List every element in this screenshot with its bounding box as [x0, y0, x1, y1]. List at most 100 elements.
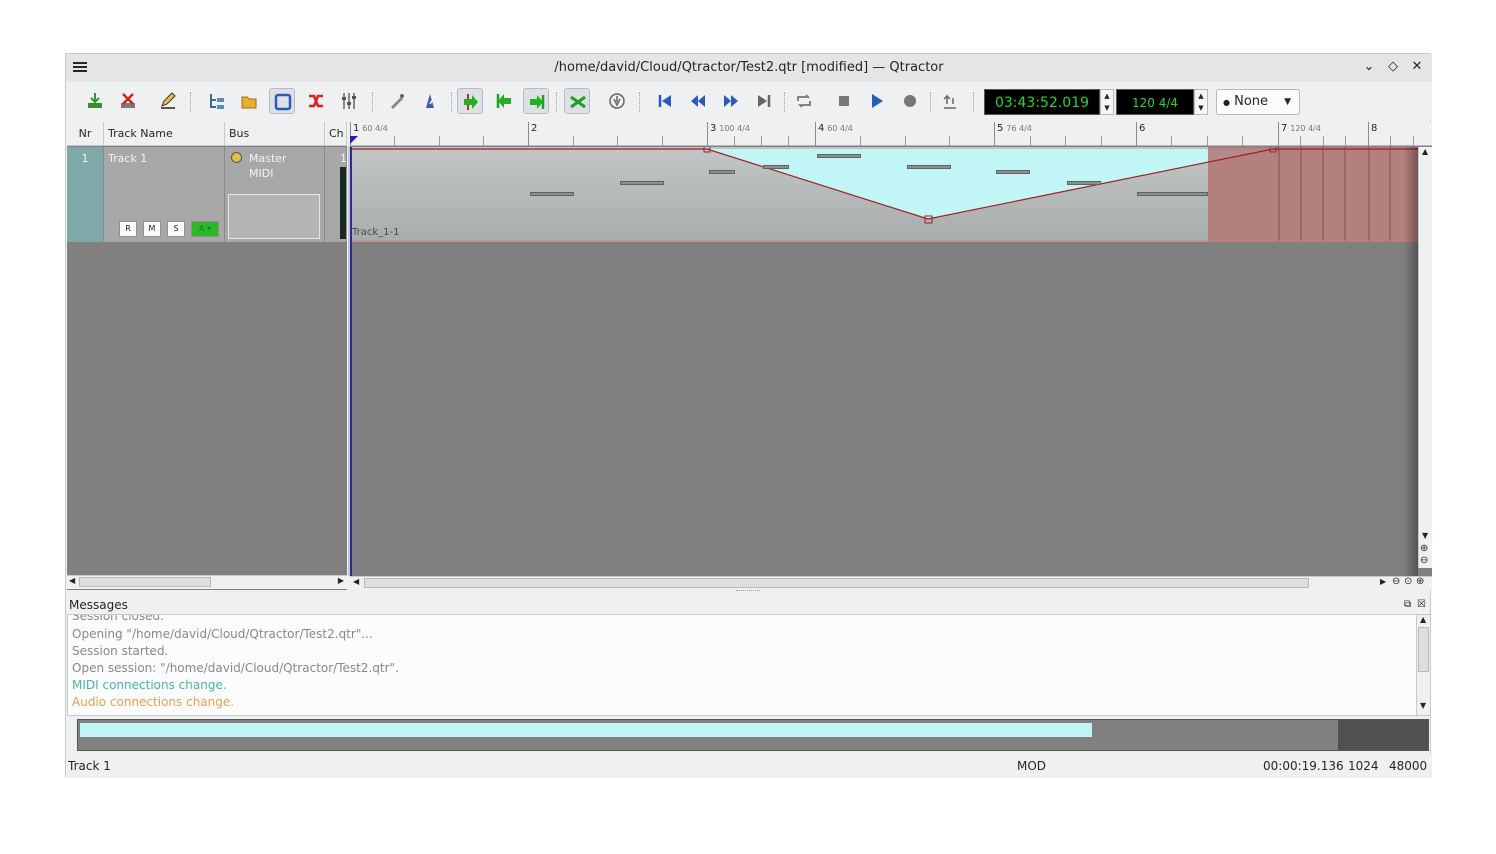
loop-button[interactable] [791, 88, 817, 114]
fast-forward-button[interactable] [718, 88, 744, 114]
solo-button[interactable]: S [167, 221, 185, 237]
timeline-horizontal-scrollbar[interactable]: ◀ ▶ ⊖ ⊙ ⊕ [350, 576, 1432, 590]
close-icon[interactable]: ✕ [1409, 59, 1425, 75]
scroll-thumb[interactable] [364, 578, 1309, 588]
zoom-out-icon[interactable]: ⊖ [1420, 555, 1428, 566]
scroll-up-icon[interactable]: ▲ [1422, 147, 1428, 156]
scroll-down-icon[interactable]: ▼ [1420, 701, 1426, 710]
plugin-list[interactable] [228, 194, 320, 239]
scroll-down-icon[interactable]: ▼ [1422, 531, 1428, 540]
midi-clip-lane[interactable]: Track_1-1 [350, 147, 1432, 590]
midi-note[interactable] [620, 181, 664, 185]
fast-forward-icon [724, 95, 738, 107]
messages-scrollbar[interactable]: ▲ ▼ [1416, 615, 1430, 715]
scroll-thumb[interactable] [1418, 627, 1429, 672]
header-track-name[interactable]: Track Name [104, 122, 225, 146]
header-nr[interactable]: Nr [67, 122, 104, 146]
ruler-bar: 8 [1368, 122, 1377, 146]
tempo-spinner[interactable]: ▲ ▼ [1194, 89, 1208, 115]
message-line: Session started. [72, 644, 169, 658]
scroll-left-icon[interactable]: ◀ [69, 576, 75, 585]
continue-icon [530, 95, 545, 109]
add-track-button[interactable] [82, 88, 108, 114]
tracklist-horizontal-scrollbar[interactable]: ◀ ▶ [67, 575, 347, 589]
rewind-button[interactable] [685, 88, 711, 114]
track-timeline[interactable]: 1 60 4/4 2 3 100 4/4 4 60 4/4 5 76 4/4 6… [350, 122, 1432, 590]
follow-playhead-icon [464, 94, 478, 110]
instrument-button[interactable] [384, 88, 410, 114]
panic-button[interactable] [604, 88, 630, 114]
status-track: Track 1 [68, 759, 111, 773]
zoom-reset-icon[interactable]: ⊙ [1404, 576, 1412, 587]
snap-select[interactable]: ● None ▼ [1216, 89, 1300, 115]
automation-button[interactable]: A ▾ [191, 221, 219, 237]
scroll-right-icon[interactable]: ▶ [1380, 577, 1386, 586]
time-spinner[interactable]: ▲ ▼ [1100, 89, 1114, 115]
shuttle-button[interactable] [937, 88, 963, 114]
files-button[interactable] [204, 88, 230, 114]
track-channel: 1 [340, 152, 347, 165]
connections-button[interactable] [303, 88, 329, 114]
midi-note[interactable] [709, 170, 735, 174]
open-folder-button[interactable] [236, 88, 262, 114]
bus-cell[interactable]: Master MIDI [225, 147, 325, 242]
midi-note[interactable] [763, 165, 789, 169]
tempo-display[interactable]: 120 4/4 [1116, 89, 1194, 115]
midi-note[interactable] [1067, 181, 1101, 185]
time-ruler[interactable]: 1 60 4/4 2 3 100 4/4 4 60 4/4 5 76 4/4 6… [350, 122, 1432, 146]
bus-type: MIDI [249, 167, 274, 180]
midi-note[interactable] [1137, 192, 1208, 196]
play-button[interactable] [864, 88, 890, 114]
splitter-handle[interactable] [736, 590, 760, 591]
midi-port-icon [231, 152, 242, 163]
scroll-right-icon[interactable]: ▶ [338, 576, 344, 585]
scroll-left-icon[interactable]: ◀ [353, 577, 359, 586]
minimize-icon[interactable]: ⌄ [1361, 59, 1377, 75]
close-panel-icon[interactable]: ☒ [1417, 599, 1426, 610]
stop-button[interactable] [831, 88, 857, 114]
record-button[interactable] [897, 88, 923, 114]
playhead-marker-icon[interactable] [350, 136, 358, 144]
zoom-out-icon[interactable]: ⊖ [1392, 576, 1400, 587]
mute-button[interactable]: M [143, 221, 161, 237]
continue-past-end-button[interactable] [523, 88, 549, 114]
midi-note[interactable] [817, 154, 861, 158]
time-display[interactable]: 03:43:52.019 [984, 89, 1100, 115]
zoom-in-icon[interactable]: ⊕ [1416, 576, 1424, 587]
main-toolbar: 03:43:52.019 ▲ ▼ 120 4/4 ▲ ▼ ● None ▼ [66, 82, 1432, 120]
app-window: /home/david/Cloud/Qtractor/Test2.qtr [mo… [65, 53, 1432, 778]
midi-note[interactable] [996, 170, 1030, 174]
messages-panel[interactable]: Session closed. Opening "/home/david/Clo… [67, 614, 1431, 716]
scroll-up-icon[interactable]: ▲ [1420, 615, 1426, 624]
maximize-icon[interactable]: ◇ [1385, 59, 1401, 75]
header-bus[interactable]: Bus [225, 122, 325, 146]
header-ch[interactable]: Ch [325, 122, 347, 146]
zoom-in-icon[interactable]: ⊕ [1420, 543, 1428, 554]
follow-playhead-button[interactable] [457, 88, 483, 114]
metronome-button[interactable] [417, 88, 443, 114]
midi-note[interactable] [530, 192, 574, 196]
timeline-vertical-scrollbar[interactable]: ▲ ▼ ⊕ ⊖ [1418, 147, 1432, 568]
track-row[interactable]: 1 Track 1 R M S A ▾ Master MIDI 1 [67, 147, 347, 242]
record-arm-button[interactable]: R [119, 221, 137, 237]
snap-value: None [1234, 94, 1269, 109]
view-button[interactable] [269, 88, 295, 114]
session-overview[interactable] [77, 719, 1429, 751]
auto-backward-icon [496, 94, 511, 108]
status-bar: Track 1 MOD 00:00:19.136 1024 48000 [66, 754, 1432, 778]
mixer-button[interactable] [336, 88, 362, 114]
scroll-thumb[interactable] [79, 577, 211, 587]
track-number: 1 [67, 147, 104, 242]
remove-track-button[interactable] [115, 88, 141, 114]
midi-note[interactable] [907, 165, 951, 169]
channel-cell[interactable]: 1 [325, 147, 347, 242]
pencil-icon [161, 92, 176, 109]
backward-button[interactable] [652, 88, 678, 114]
track-properties-button[interactable] [155, 88, 181, 114]
edge-shadow [1404, 147, 1418, 577]
track-name-cell[interactable]: Track 1 R M S A ▾ [104, 147, 225, 242]
float-icon[interactable]: ⧉ [1404, 599, 1411, 610]
forward-button[interactable] [751, 88, 777, 114]
punch-button[interactable] [564, 88, 590, 114]
auto-backward-button[interactable] [491, 88, 517, 114]
